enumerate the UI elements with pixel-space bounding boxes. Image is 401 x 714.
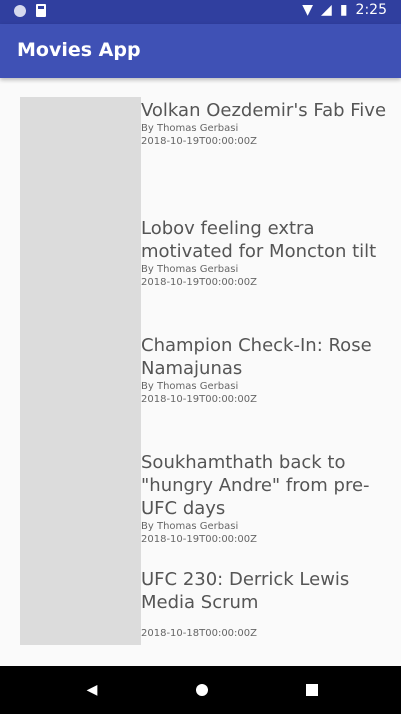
article-title: UFC 230: Derrick Lewis Media Scrum [141,569,350,613]
article-title: Lobov feeling extra motivated for Moncto… [141,218,377,262]
article-date: 2018-10-19T00:00:00Z [141,534,257,545]
page-title: Movies App [17,39,141,61]
recent-apps-icon[interactable] [302,680,322,700]
article-author: By Thomas Gerbasi [141,381,239,392]
list-item[interactable]: Soukhamthath back to "hungry Andre" from… [141,451,391,546]
article-author: By Thomas Gerbasi [141,123,239,134]
articles-list: Volkan Oezdemir's Fab Five By Thomas Ger… [3,84,398,654]
wifi-icon: ▼ [302,2,314,18]
article-title: Soukhamthath back to "hungry Andre" from… [141,452,370,519]
navigation-bar: ◀ [0,666,401,714]
article-title: Volkan Oezdemir's Fab Five [141,100,387,121]
sd-card-icon [36,4,46,17]
clock: 2:25 [355,2,387,18]
article-author: By Thomas Gerbasi [141,264,239,275]
article-author [141,614,391,627]
notification-dot-icon [14,4,26,17]
status-bar: ▼ ◢ ▮ 2:25 [0,0,401,24]
battery-icon: ▮ [339,2,348,18]
back-icon[interactable]: ◀ [82,680,102,700]
article-date: 2018-10-19T00:00:00Z [141,394,257,405]
signal-icon: ◢ [321,2,332,18]
thumbnail-placeholder [20,97,141,645]
app-bar: Movies App [0,24,401,78]
article-date: 2018-10-18T00:00:00Z [141,628,257,639]
home-icon[interactable] [192,680,212,700]
list-item[interactable]: UFC 230: Derrick Lewis Media Scrum 2018-… [141,568,391,640]
article-date: 2018-10-19T00:00:00Z [141,136,257,147]
status-right: ▼ ◢ ▮ 2:25 [302,2,387,18]
list-item[interactable]: Lobov feeling extra motivated for Moncto… [141,217,391,289]
status-left [14,4,46,17]
article-date: 2018-10-19T00:00:00Z [141,277,257,288]
article-author: By Thomas Gerbasi [141,521,239,532]
article-title: Champion Check-In: Rose Namajunas [141,335,372,379]
list-item[interactable]: Champion Check-In: Rose Namajunas By Tho… [141,334,391,406]
list-item[interactable]: Volkan Oezdemir's Fab Five By Thomas Ger… [141,99,391,148]
